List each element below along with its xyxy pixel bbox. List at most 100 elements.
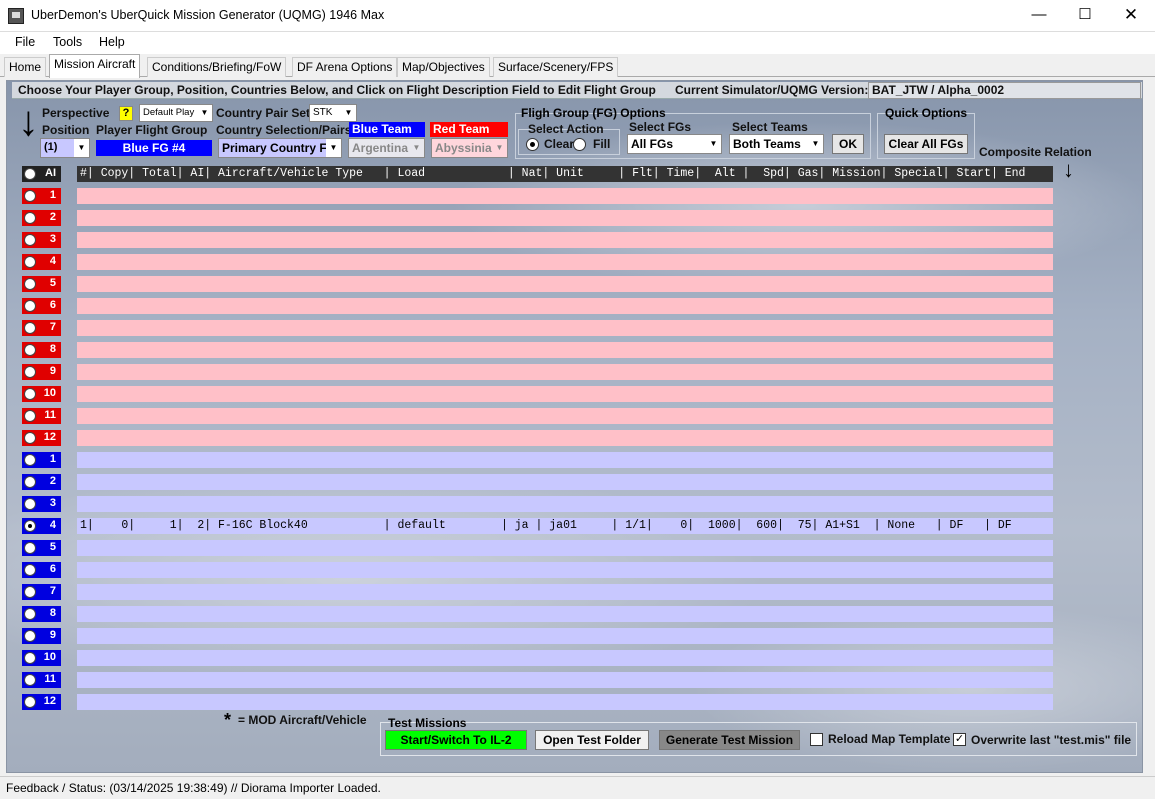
fg-radio[interactable]: [24, 344, 36, 356]
fg-radio[interactable]: [24, 300, 36, 312]
blue-fg-select-5[interactable]: 5: [22, 540, 61, 556]
tab-df-arena-options[interactable]: DF Arena Options: [292, 57, 398, 77]
tab-home[interactable]: Home: [4, 57, 47, 77]
blue-fg-select-7[interactable]: 7: [22, 584, 61, 600]
blue-fg-row-6[interactable]: [77, 562, 1053, 578]
clear-radio[interactable]: [526, 138, 539, 151]
red-fg-row-4[interactable]: [77, 254, 1053, 270]
red-fg-select-9[interactable]: 9: [22, 364, 61, 380]
blue-fg-select-12[interactable]: 12: [22, 694, 61, 710]
tab-conditions-briefing[interactable]: Conditions/Briefing/FoW: [147, 57, 287, 77]
fill-radio[interactable]: [573, 138, 586, 151]
fg-radio[interactable]: [24, 652, 36, 664]
fg-radio[interactable]: [24, 498, 36, 510]
position-dropdown[interactable]: (1) ▼: [40, 138, 90, 158]
reload-map-checkbox[interactable]: [810, 733, 823, 746]
tab-surface-scenery[interactable]: Surface/Scenery/FPS: [493, 57, 619, 77]
fg-radio[interactable]: [24, 586, 36, 598]
fg-radio[interactable]: [24, 608, 36, 620]
blue-fg-row-8[interactable]: [77, 606, 1053, 622]
fg-radio[interactable]: [24, 388, 36, 400]
perspective-dropdown[interactable]: Default Play ▼: [139, 104, 213, 122]
blue-fg-select-8[interactable]: 8: [22, 606, 61, 622]
red-fg-row-6[interactable]: [77, 298, 1053, 314]
red-fg-select-11[interactable]: 11: [22, 408, 61, 424]
red-team-dropdown[interactable]: Abyssinia ▼: [431, 138, 508, 158]
blue-fg-select-1[interactable]: 1: [22, 452, 61, 468]
fg-radio[interactable]: [24, 278, 36, 290]
fg-radio[interactable]: [24, 190, 36, 202]
red-fg-row-3[interactable]: [77, 232, 1053, 248]
red-fg-row-2[interactable]: [77, 210, 1053, 226]
fg-radio[interactable]: [24, 630, 36, 642]
red-fg-select-12[interactable]: 12: [22, 430, 61, 446]
select-teams-dropdown[interactable]: Both Teams ▼: [729, 134, 824, 154]
open-test-folder-button[interactable]: Open Test Folder: [535, 730, 649, 750]
blue-fg-row-11[interactable]: [77, 672, 1053, 688]
blue-fg-row-7[interactable]: [77, 584, 1053, 600]
blue-fg-select-4[interactable]: 4: [22, 518, 61, 534]
blue-fg-select-6[interactable]: 6: [22, 562, 61, 578]
select-fgs-dropdown[interactable]: All FGs ▼: [627, 134, 722, 154]
clear-all-fgs-button[interactable]: Clear All FGs: [884, 134, 968, 154]
red-fg-row-11[interactable]: [77, 408, 1053, 424]
red-fg-row-1[interactable]: [77, 188, 1053, 204]
help-icon[interactable]: ?: [119, 106, 133, 121]
blue-fg-row-2[interactable]: [77, 474, 1053, 490]
fg-radio[interactable]: [24, 366, 36, 378]
red-fg-select-10[interactable]: 10: [22, 386, 61, 402]
minimize-button[interactable]: —: [1016, 0, 1062, 32]
fg-radio[interactable]: [24, 322, 36, 334]
red-fg-row-10[interactable]: [77, 386, 1053, 402]
red-fg-select-3[interactable]: 3: [22, 232, 61, 248]
blue-fg-select-2[interactable]: 2: [22, 474, 61, 490]
fg-radio[interactable]: [24, 256, 36, 268]
red-fg-row-8[interactable]: [77, 342, 1053, 358]
maximize-button[interactable]: ☐: [1062, 0, 1108, 32]
red-fg-select-7[interactable]: 7: [22, 320, 61, 336]
menu-help[interactable]: Help: [99, 35, 125, 49]
close-button[interactable]: ✕: [1108, 0, 1154, 32]
red-fg-select-8[interactable]: 8: [22, 342, 61, 358]
fg-radio[interactable]: [24, 476, 36, 488]
blue-fg-row-1[interactable]: [77, 452, 1053, 468]
blue-fg-row-12[interactable]: [77, 694, 1053, 710]
blue-fg-select-9[interactable]: 9: [22, 628, 61, 644]
red-fg-row-9[interactable]: [77, 364, 1053, 380]
menu-file[interactable]: File: [15, 35, 35, 49]
red-fg-row-5[interactable]: [77, 276, 1053, 292]
red-fg-select-1[interactable]: 1: [22, 188, 61, 204]
blue-fg-select-3[interactable]: 3: [22, 496, 61, 512]
fg-radio[interactable]: [24, 542, 36, 554]
blue-fg-select-11[interactable]: 11: [22, 672, 61, 688]
red-fg-row-12[interactable]: [77, 430, 1053, 446]
overwrite-checkbox[interactable]: ✓: [953, 733, 966, 746]
red-fg-row-7[interactable]: [77, 320, 1053, 336]
blue-fg-row-3[interactable]: [77, 496, 1053, 512]
fg-radio[interactable]: [24, 454, 36, 466]
ok-button[interactable]: OK: [832, 134, 864, 154]
country-pair-set-dropdown[interactable]: STK ▼: [309, 104, 357, 122]
red-fg-select-4[interactable]: 4: [22, 254, 61, 270]
blue-fg-row-4[interactable]: 1| 0| 1| 2| F-16C Block40 | default | ja…: [77, 518, 1053, 534]
tab-map-objectives[interactable]: Map/Objectives: [397, 57, 490, 77]
menu-tools[interactable]: Tools: [53, 35, 82, 49]
fg-radio[interactable]: [24, 432, 36, 444]
fg-radio[interactable]: [24, 520, 36, 532]
fg-radio[interactable]: [24, 564, 36, 576]
fg-radio[interactable]: [24, 410, 36, 422]
start-switch-button[interactable]: Start/Switch To IL-2: [385, 730, 527, 750]
red-fg-select-6[interactable]: 6: [22, 298, 61, 314]
blue-fg-select-10[interactable]: 10: [22, 650, 61, 666]
fg-radio[interactable]: [24, 212, 36, 224]
fg-radio[interactable]: [24, 674, 36, 686]
generate-test-mission-button[interactable]: Generate Test Mission: [659, 730, 800, 750]
red-fg-select-5[interactable]: 5: [22, 276, 61, 292]
blue-fg-row-10[interactable]: [77, 650, 1053, 666]
red-fg-select-2[interactable]: 2: [22, 210, 61, 226]
blue-fg-row-9[interactable]: [77, 628, 1053, 644]
ai-all-radio[interactable]: [24, 168, 36, 180]
ai-all-toggle[interactable]: AI: [22, 166, 61, 182]
blue-fg-row-5[interactable]: [77, 540, 1053, 556]
tab-mission-aircraft[interactable]: Mission Aircraft: [49, 54, 141, 78]
